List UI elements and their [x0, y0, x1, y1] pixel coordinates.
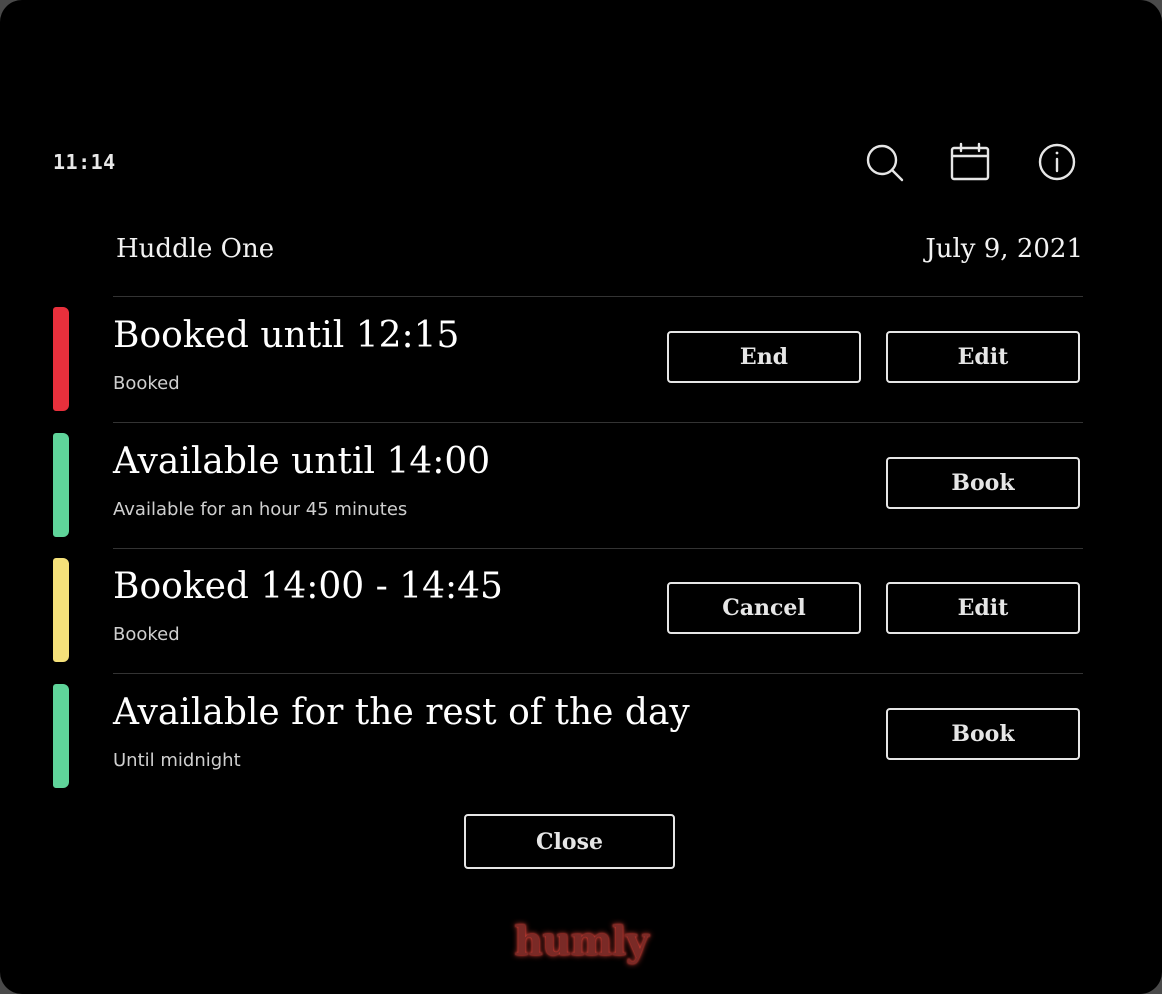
available-slot: Available until 14:00 Available for an h…	[0, 433, 1162, 539]
book-button[interactable]: Book	[886, 457, 1080, 509]
search-icon[interactable]	[862, 140, 906, 184]
humly-logo: humly	[514, 918, 649, 965]
slot-subtitle: Available for an hour 45 minutes	[113, 499, 408, 520]
status-bar-available	[53, 433, 69, 537]
end-button[interactable]: End	[667, 331, 861, 383]
calendar-icon[interactable]	[948, 140, 992, 184]
divider	[113, 673, 1083, 674]
divider	[113, 296, 1083, 297]
current-date: July 9, 2021	[925, 234, 1083, 264]
room-name: Huddle One	[116, 234, 275, 264]
clock: 11:14	[53, 150, 116, 174]
slot-title: Available for the rest of the day	[113, 692, 690, 733]
edit-button[interactable]: Edit	[886, 582, 1080, 634]
available-slot: Available for the rest of the day Until …	[0, 684, 1162, 790]
slot-title: Available until 14:00	[113, 441, 491, 482]
booking-slot: Booked 14:00 - 14:45 Booked Cancel Edit	[0, 558, 1162, 664]
slot-subtitle: Booked	[113, 624, 180, 645]
cancel-button[interactable]: Cancel	[667, 582, 861, 634]
status-bar-booked	[53, 307, 69, 411]
info-icon[interactable]	[1035, 140, 1079, 184]
slot-subtitle: Booked	[113, 373, 180, 394]
close-button[interactable]: Close	[464, 814, 675, 869]
room-display-screen: 11:14 Huddle One July 9, 2021 Booked unt…	[0, 0, 1162, 994]
slot-title: Booked until 12:15	[113, 315, 460, 356]
book-button[interactable]: Book	[886, 708, 1080, 760]
edit-button[interactable]: Edit	[886, 331, 1080, 383]
divider	[113, 548, 1083, 549]
divider	[113, 422, 1083, 423]
booking-slot: Booked until 12:15 Booked End Edit	[0, 307, 1162, 413]
status-bar-available	[53, 684, 69, 788]
status-bar-upcoming	[53, 558, 69, 662]
slot-title: Booked 14:00 - 14:45	[113, 566, 503, 607]
slot-subtitle: Until midnight	[113, 750, 241, 771]
